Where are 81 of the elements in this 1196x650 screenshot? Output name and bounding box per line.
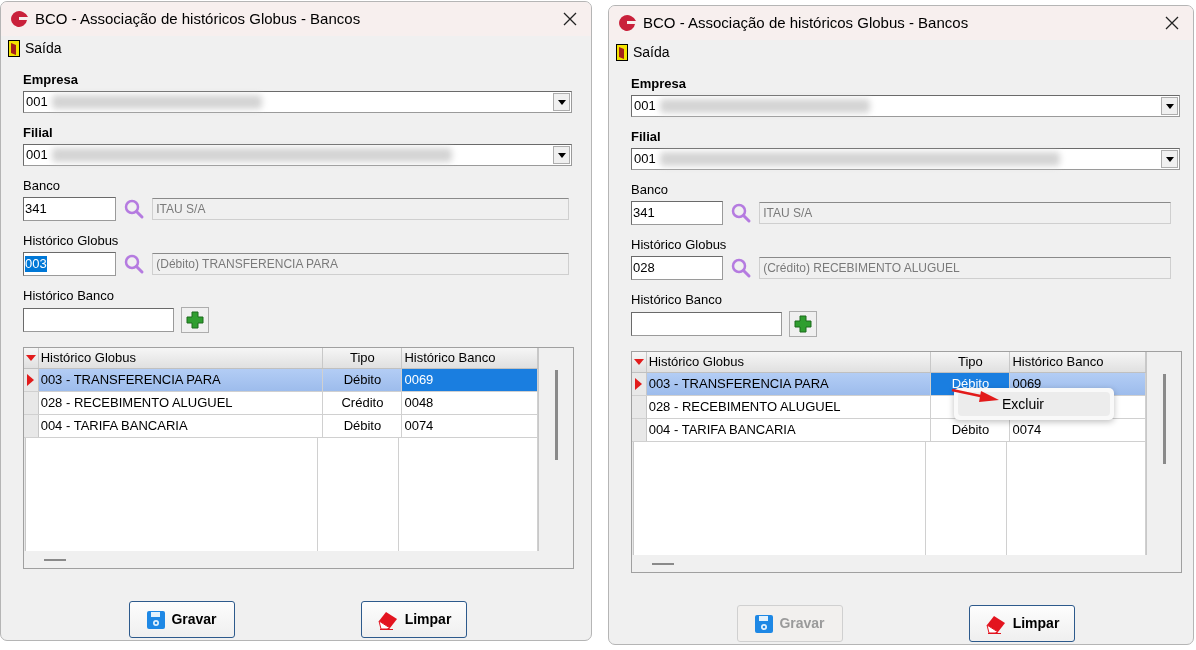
code-input[interactable]: 003 bbox=[23, 252, 117, 276]
row-header[interactable] bbox=[24, 369, 39, 391]
code-input[interactable]: 341 bbox=[23, 197, 117, 221]
company-dropdown[interactable]: 001 bbox=[23, 91, 572, 113]
company-dropdown[interactable]: 001 bbox=[23, 144, 572, 166]
column-header[interactable]: Histórico Banco bbox=[1010, 352, 1146, 372]
search-icon[interactable] bbox=[123, 253, 146, 275]
close-icon[interactable] bbox=[563, 12, 577, 26]
field-label: Filial bbox=[631, 129, 662, 145]
exit-door-icon bbox=[8, 39, 20, 57]
horizontal-scrollbar[interactable] bbox=[44, 559, 66, 561]
table-cell: 004 - TARIFA BANCARIA bbox=[38, 415, 324, 437]
table-cell: 0069 bbox=[402, 369, 538, 391]
description-field: (Débito) TRANSFERENCIA PARA bbox=[152, 253, 569, 275]
current-row-icon bbox=[635, 378, 643, 390]
grid-row[interactable]: 004 - TARIFA BANCARIA Débito 0074 bbox=[632, 419, 1146, 442]
table-cell: 0048 bbox=[402, 392, 538, 414]
clear-button[interactable]: Limpar bbox=[361, 601, 467, 638]
field-label: Histórico Globus bbox=[631, 237, 728, 253]
column-header[interactable]: Tipo bbox=[931, 352, 1011, 372]
app-logo-icon bbox=[617, 14, 637, 32]
arrow-annotation bbox=[951, 388, 1001, 404]
plus-icon bbox=[794, 315, 812, 333]
description-field: ITAU S/A bbox=[759, 202, 1171, 224]
table-cell: Débito bbox=[323, 415, 403, 437]
description-field: ITAU S/A bbox=[152, 198, 569, 220]
sort-indicator-icon bbox=[633, 359, 644, 365]
company-dropdown[interactable]: 001 bbox=[631, 95, 1180, 117]
table-cell: 028 - RECEBIMENTO ALUGUEL bbox=[646, 396, 932, 418]
app-logo-icon bbox=[9, 10, 29, 28]
close-icon[interactable] bbox=[1165, 16, 1179, 30]
window-title: BCO - Associação de históricos Globus - Bancos bbox=[35, 8, 362, 29]
horizontal-scrollbar[interactable] bbox=[652, 563, 674, 565]
field-label: Filial bbox=[23, 125, 54, 141]
field-label: Banco bbox=[631, 182, 669, 198]
search-icon[interactable] bbox=[730, 257, 753, 279]
menu-item[interactable]: Excluir bbox=[958, 392, 1110, 416]
field-label: Empresa bbox=[631, 76, 687, 92]
current-row-icon bbox=[27, 374, 35, 386]
code-input[interactable]: 028 bbox=[631, 256, 724, 280]
search-icon[interactable] bbox=[730, 202, 753, 224]
column-header[interactable]: Histórico Globus bbox=[646, 352, 932, 372]
table-cell: 003 - TRANSFERENCIA PARA bbox=[38, 369, 324, 391]
grid-row[interactable]: 004 - TARIFA BANCARIA Débito 0074 bbox=[24, 415, 538, 438]
dropdown-caret-icon[interactable] bbox=[1161, 150, 1178, 168]
add-button[interactable] bbox=[789, 311, 817, 337]
save-button[interactable]: Gravar bbox=[129, 601, 235, 638]
field-label: Empresa bbox=[23, 72, 79, 88]
company-dropdown[interactable]: 001 bbox=[631, 148, 1180, 170]
table-cell: Crédito bbox=[323, 392, 403, 414]
table-cell: 004 - TARIFA BANCARIA bbox=[646, 419, 932, 441]
code-input[interactable]: 341 bbox=[631, 201, 724, 225]
dropdown-caret-icon[interactable] bbox=[553, 146, 570, 164]
field-label: Histórico Globus bbox=[23, 233, 120, 249]
text-input[interactable] bbox=[23, 308, 174, 332]
grid-row[interactable]: 003 - TRANSFERENCIA PARA Débito 0069 bbox=[24, 369, 538, 392]
clear-button[interactable]: Limpar bbox=[969, 605, 1075, 642]
field-label: Banco bbox=[23, 178, 61, 194]
menu-item[interactable]: Saída bbox=[633, 41, 670, 63]
column-header[interactable]: Histórico Banco bbox=[402, 348, 538, 368]
field-label: Histórico Banco bbox=[631, 292, 724, 308]
field-label: Histórico Banco bbox=[23, 288, 116, 304]
eraser-icon bbox=[984, 613, 1007, 634]
grid-row[interactable]: 028 - RECEBIMENTO ALUGUEL Crédito 0048 bbox=[24, 392, 538, 415]
exit-door-icon bbox=[616, 43, 628, 61]
table-cell: 028 - RECEBIMENTO ALUGUEL bbox=[38, 392, 324, 414]
plus-icon bbox=[186, 311, 204, 329]
table-cell: 0074 bbox=[402, 415, 538, 437]
column-header[interactable]: Histórico Globus bbox=[38, 348, 324, 368]
dropdown-caret-icon[interactable] bbox=[1161, 97, 1178, 115]
dropdown-caret-icon[interactable] bbox=[553, 93, 570, 111]
add-button[interactable] bbox=[181, 307, 209, 333]
search-icon[interactable] bbox=[123, 198, 146, 220]
row-header[interactable] bbox=[632, 373, 647, 395]
column-header[interactable]: Tipo bbox=[323, 348, 403, 368]
sort-indicator-icon bbox=[25, 355, 36, 361]
window-title: BCO - Associação de históricos Globus - Bancos bbox=[643, 12, 970, 33]
text-input[interactable] bbox=[631, 312, 782, 336]
eraser-icon bbox=[376, 609, 399, 630]
description-field: (Crédito) RECEBIMENTO ALUGUEL bbox=[759, 257, 1171, 279]
menu-item[interactable]: Saída bbox=[25, 37, 62, 59]
